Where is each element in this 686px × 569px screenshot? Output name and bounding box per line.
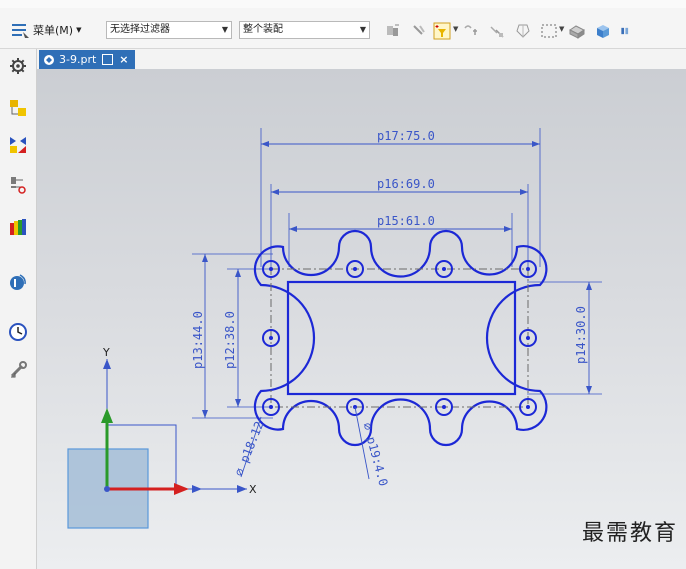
assembly-navigator-icon[interactable] [8,135,28,155]
title-strip [0,0,686,8]
chevron-down-icon[interactable]: ▼ [453,25,458,33]
tab-label: 3-9.prt [59,53,97,66]
dimension-p13[interactable]: p13:44.0 [191,254,208,418]
tab-3-9-prt[interactable]: 3-9.prt × [39,50,135,69]
filter-icon[interactable] [433,22,451,40]
assembly-scope-value: 整个装配 [243,24,283,35]
dimension-p16-label: p16:69.0 [377,177,435,191]
shaded-view-icon[interactable] [568,22,586,40]
reuse-library-icon[interactable] [8,217,28,237]
chevron-down-icon: ▼ [221,25,228,34]
dimension-p16[interactable]: p16:69.0 [271,177,528,195]
dimension-p13-label: p13:44.0 [191,311,205,369]
dimension-p17-label: p17:75.0 [377,129,435,143]
x-axis-label: X [249,483,257,496]
constraint-navigator-icon[interactable] [8,175,28,195]
gear-icon[interactable] [8,56,28,76]
web-browser-icon[interactable] [8,272,28,292]
x-axis-red-arrow [174,483,189,495]
chevron-down-icon: ▼ [359,25,366,34]
inner-rectangle[interactable] [286,280,517,396]
selection-filter-dropdown[interactable]: 无选择过滤器 ▼ [106,21,232,39]
dimension-p18[interactable]: ⌀ p18:12 [232,416,267,478]
assembly-scope-dropdown[interactable]: 整个装配 ▼ [239,21,370,39]
view-cube-icon[interactable] [594,22,612,40]
menu-button[interactable]: 菜单(M) ▼ [10,20,81,40]
close-icon[interactable]: × [119,53,128,66]
document-tab-bar: 3-9.prt × [37,49,686,69]
dimension-p14-label: p14:30.0 [574,306,588,364]
chevron-down-icon: ▼ [76,26,82,34]
x-axis-mid-arrow [192,485,202,493]
history-icon[interactable] [8,322,28,342]
pin-icon[interactable] [102,54,114,65]
dimension-extension-lines [192,128,602,419]
x-axis-arrow [237,485,247,493]
holes[interactable] [262,260,537,416]
dimension-p15-label: p15:61.0 [377,214,435,228]
part-file-icon [44,54,54,65]
y-axis-label: Y [102,346,110,359]
dimension-p17[interactable]: p17:75.0 [261,129,540,147]
selection-filter-value: 无选择过滤器 [110,24,170,35]
menu-icon [12,24,29,38]
role-icon[interactable] [8,360,28,380]
hole-centers [269,267,530,409]
part-navigator-icon[interactable] [8,98,28,118]
snap-point-icon[interactable] [410,22,428,40]
top-toolbar: 菜单(M) ▼ 无选择过滤器 ▼ 整个装配 ▼ ▼ ▼ [0,8,686,49]
select-feature-icon[interactable] [384,22,402,40]
graphics-window[interactable]: X Y p17:75.0 p16:69.0 p15:61.0 p13:44.0 … [37,69,686,569]
snap-midpoint-icon[interactable] [488,22,506,40]
y-axis-arrow [103,359,111,369]
snap-endpoint-icon[interactable] [462,22,480,40]
dimension-p18-label: ⌀ p18:12 [232,419,267,478]
menu-label: 菜单(M) [33,24,74,37]
dimension-p12-label: p12:38.0 [223,311,237,369]
outer-profile[interactable] [253,229,548,447]
centerline-rectangle [270,268,529,408]
rectangle-select-icon[interactable] [540,22,558,40]
y-axis-green-arrow [101,408,113,423]
chevron-down-icon[interactable]: ▼ [559,25,564,33]
part-icon[interactable] [620,22,660,40]
origin-point [104,486,110,492]
dimension-p12[interactable]: p12:38.0 [223,269,241,407]
snap-solid-icon[interactable] [514,22,532,40]
dimension-p14[interactable]: p14:30.0 [574,282,592,394]
resource-bar [0,49,37,569]
dimension-p15[interactable]: p15:61.0 [289,214,512,232]
watermark: 最需教育 [581,521,678,546]
